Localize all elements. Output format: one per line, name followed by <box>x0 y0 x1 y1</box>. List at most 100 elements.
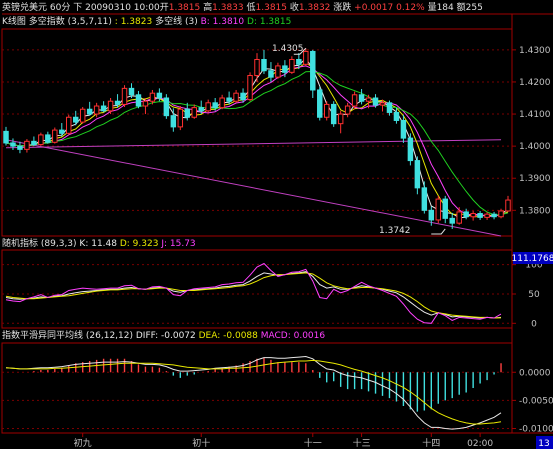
candle-body <box>240 92 246 101</box>
macd-tick-label: -0.0100 <box>519 425 553 435</box>
candle-body <box>177 108 184 128</box>
kdj-line-k <box>5 271 502 319</box>
candle-body <box>323 103 330 118</box>
macd-dif-value: DIFF: -0.0072 <box>135 331 196 341</box>
macd-params: (26,12,12) <box>85 331 133 341</box>
candle-body <box>310 50 316 91</box>
period-label[interactable]: 60分 <box>50 3 70 13</box>
b-value: B: 1.3810 <box>200 17 245 27</box>
candle-body <box>491 213 497 218</box>
close-value: 1.3832 <box>298 3 331 13</box>
candle-body <box>100 105 107 112</box>
candle-body <box>351 94 358 107</box>
indicator-params: (3,5,7,11) <box>67 17 112 27</box>
candle-body <box>317 89 323 118</box>
time-label: 十三 <box>353 437 371 449</box>
time-label: 初十 <box>192 437 210 449</box>
volume-label: 量 <box>427 3 437 13</box>
time-label: 02:00 <box>467 439 493 449</box>
candle-body <box>282 65 288 73</box>
price-tick-label: 1.3800 <box>519 206 551 216</box>
candle-body <box>449 217 455 224</box>
candle-body <box>470 213 476 218</box>
change-pct-value: 0.12% <box>396 3 425 13</box>
kdj-tick-label: 50 <box>528 290 540 300</box>
kdj-name[interactable]: 随机指标 <box>2 239 38 249</box>
candle-body <box>163 97 170 117</box>
candle-body <box>3 130 9 144</box>
price-tick-label: 1.3900 <box>519 174 551 184</box>
candle-body <box>114 100 121 105</box>
macd-pane-frame <box>1 342 513 434</box>
volume-value: 184 <box>436 3 454 13</box>
candle-body <box>38 134 44 146</box>
low-marker <box>431 228 446 235</box>
candle-body <box>442 198 448 219</box>
candle-body <box>428 209 435 221</box>
candle-body <box>498 210 504 218</box>
candle-body <box>505 199 511 212</box>
price-tick-label: 1.4300 <box>519 46 551 56</box>
macd-line-diff <box>5 355 502 430</box>
candle-body <box>149 92 156 102</box>
chart-type-label[interactable]: K线图 <box>2 17 26 27</box>
candle-body <box>66 116 72 134</box>
candle-body <box>219 97 225 109</box>
direction-label: 下 <box>73 3 83 13</box>
close-label: 收 <box>289 3 299 13</box>
low-annotation: 1.3742 <box>379 226 411 236</box>
line-params: (3) <box>184 17 198 27</box>
kdj-d-value: D: 9.323 <box>119 239 159 249</box>
candle-body <box>247 75 253 101</box>
high-label: 高 <box>203 3 213 13</box>
candle-body <box>365 97 372 102</box>
d-value: D: 1.3815 <box>247 17 292 27</box>
candle-body <box>414 160 421 189</box>
candle-body <box>45 134 51 143</box>
price-tick-label: 1.4200 <box>519 78 551 88</box>
candle-body <box>93 105 100 115</box>
candle-body <box>477 213 483 218</box>
indicator-name[interactable]: 多空指数 <box>29 17 65 27</box>
stock-chart[interactable]: 1.43001.42001.41001.40001.39001.38001005… <box>0 0 553 449</box>
candle-body <box>121 87 128 105</box>
symbol-name[interactable]: 英镑兑美元 <box>2 3 47 13</box>
kdj-k-value: K: 11.48 <box>79 239 117 249</box>
corner-label: 13 <box>538 439 549 449</box>
high-value: 1.3833 <box>212 3 244 13</box>
kdj-legend: 随机指标 (89,3,3) K: 11.48 D: 9.323 J: 15.73 <box>2 239 196 250</box>
macd-tick-label: 0.0000 <box>519 368 551 378</box>
low-value: 1.3815 <box>255 3 288 13</box>
candle-body <box>372 97 379 106</box>
candle-body <box>386 102 393 113</box>
candle-body <box>156 92 163 99</box>
candle-body <box>72 116 79 123</box>
candle-body <box>337 113 344 125</box>
candle-body <box>275 65 281 78</box>
macd-macd-value: MACD: 0.0016 <box>260 331 326 341</box>
kdj-highlight-value: 111.1768 <box>512 254 553 264</box>
candle-body <box>184 108 191 118</box>
candle-body <box>198 107 204 112</box>
candle-body <box>226 97 232 102</box>
high-annotation: 1.4305 <box>272 44 304 54</box>
low-label: 低 <box>246 3 256 13</box>
amount-value: 255 <box>465 3 483 13</box>
macd-legend: 指数平滑异同平均线 (26,12,12) DIFF: -0.0072 DEA: … <box>2 331 325 342</box>
candle-body <box>233 92 239 102</box>
candle-body <box>268 70 274 78</box>
candle-body <box>59 129 65 134</box>
price-tick-label: 1.4100 <box>519 110 551 120</box>
candle-body <box>205 102 211 112</box>
main-legend: K线图 多空指数 (3,5,7,11) : 1.3823 多空线 (3) B: … <box>2 17 291 28</box>
candle-body <box>463 211 469 218</box>
macd-name[interactable]: 指数平滑异同平均线 <box>2 331 83 341</box>
candle-body <box>191 107 197 118</box>
macd-tick-label: -0.0050 <box>519 396 553 406</box>
datetime-label: 20090310 10:00 <box>85 3 160 13</box>
candle-body <box>400 119 407 139</box>
candle-body <box>52 129 58 143</box>
candle-body <box>435 198 442 221</box>
kdj-params: (89,3,3) <box>40 239 77 249</box>
candle-body <box>79 108 86 123</box>
